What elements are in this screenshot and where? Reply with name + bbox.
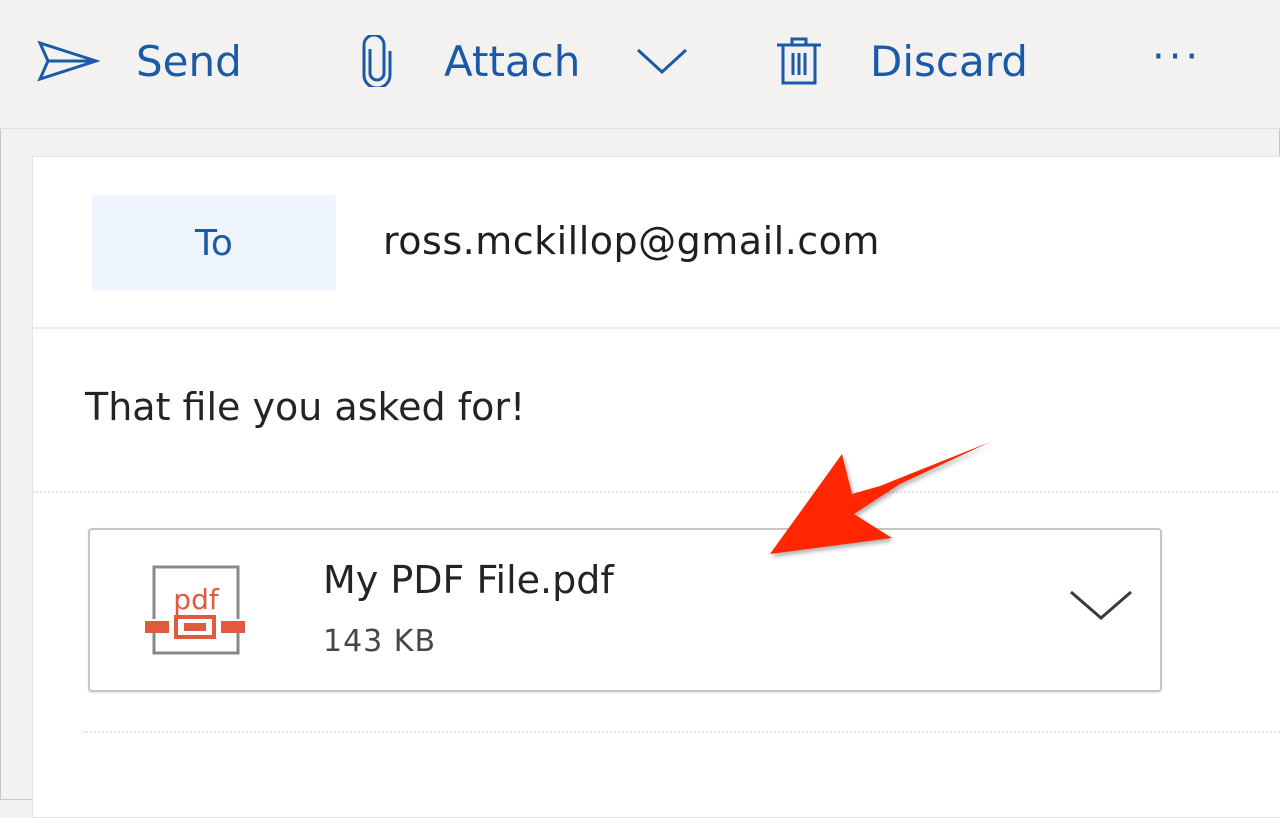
pdf-file-icon: pdf [145, 565, 245, 655]
to-row: To ross.mckillop@gmail.com [33, 157, 1280, 329]
compose-pane: To ross.mckillop@gmail.com That file you… [32, 156, 1280, 818]
send-button[interactable]: Send [36, 26, 242, 96]
to-recipient-field[interactable]: ross.mckillop@gmail.com [383, 219, 880, 263]
compose-toolbar: Send Attach Discard ··· [0, 0, 1280, 129]
pdf-icon-text: pdf [173, 583, 220, 616]
more-options-button[interactable]: ··· [1152, 22, 1202, 92]
attachment-divider [83, 731, 1280, 733]
send-label: Send [136, 36, 242, 86]
paperclip-icon [362, 35, 392, 87]
chevron-down-icon[interactable] [1068, 588, 1134, 622]
attach-dropdown-button[interactable] [636, 26, 688, 96]
attachment-card[interactable]: pdf My PDF File.pdf 143 KB [88, 528, 1162, 692]
discard-label: Discard [870, 36, 1028, 86]
trash-icon [777, 37, 821, 85]
to-button[interactable]: To [92, 195, 336, 291]
send-icon [37, 40, 100, 82]
attachment-file-size: 143 KB [323, 624, 437, 659]
attachment-file-name: My PDF File.pdf [323, 558, 614, 602]
body-divider [33, 491, 1280, 493]
chevron-down-icon [636, 48, 688, 75]
discard-button[interactable]: Discard [774, 26, 1028, 96]
more-ellipsis-icon: ··· [1152, 34, 1203, 80]
to-label: To [195, 222, 233, 264]
message-body[interactable]: That file you asked for! [85, 385, 525, 429]
attach-label: Attach [444, 36, 581, 86]
attach-button[interactable]: Attach [360, 26, 580, 96]
